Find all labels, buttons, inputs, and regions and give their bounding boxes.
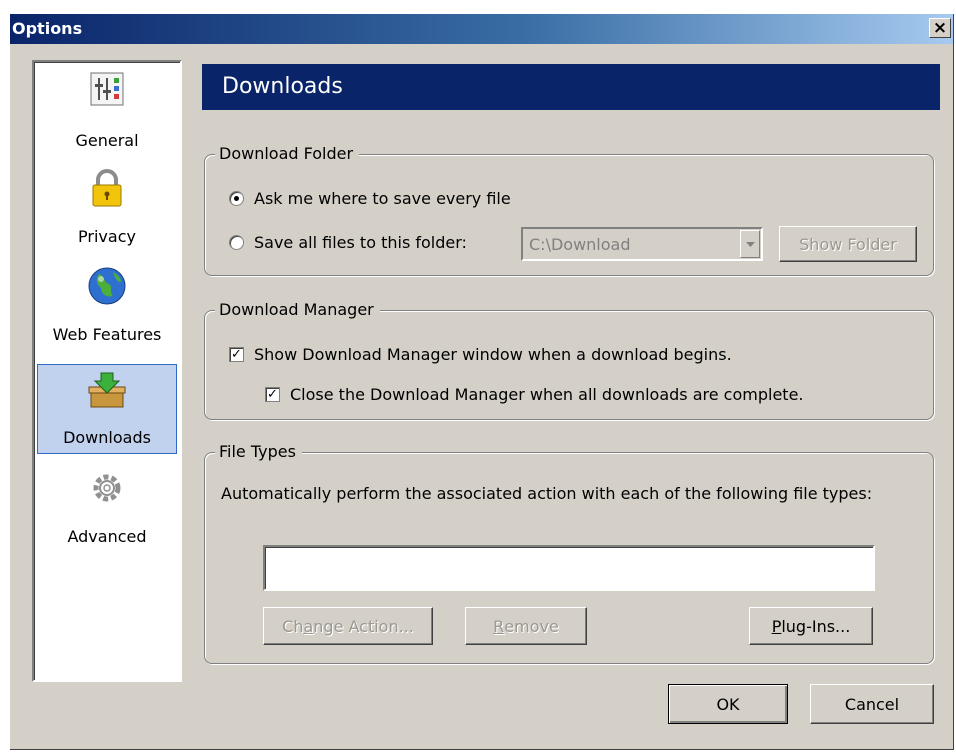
file-types-legend: File Types xyxy=(215,442,302,461)
gears-icon xyxy=(93,474,121,502)
ask-every-file-label: Ask me where to save every file xyxy=(254,189,511,208)
general-sliders-icon xyxy=(90,72,124,106)
save-to-folder-option[interactable]: Save all files to this folder: xyxy=(229,233,467,252)
file-types-description: Automatically perform the associated act… xyxy=(221,484,873,503)
save-to-folder-label: Save all files to this folder: xyxy=(254,233,467,252)
download-manager-legend: Download Manager xyxy=(215,300,380,319)
sidebar-item-general[interactable]: General xyxy=(37,66,177,156)
sidebar-item-label: Privacy xyxy=(78,227,136,246)
show-folder-button[interactable]: Show Folder xyxy=(779,226,917,262)
close-manager-option[interactable]: ✓ Close the Download Manager when all do… xyxy=(265,385,804,404)
dropdown-arrow[interactable] xyxy=(740,230,760,258)
ask-every-file-option[interactable]: Ask me where to save every file xyxy=(229,189,511,208)
ok-button[interactable]: OK xyxy=(668,684,788,724)
close-icon: × xyxy=(932,17,948,38)
change-action-button[interactable]: Ch a nge Action... xyxy=(263,607,433,645)
panel-title: Downloads xyxy=(202,64,940,110)
show-manager-option[interactable]: ✓ Show Download Manager window when a do… xyxy=(229,345,732,364)
category-sidebar: General Privacy Web Features Downloads A… xyxy=(32,60,182,682)
file-types-group: File Types Automatically perform the ass… xyxy=(204,442,934,664)
download-folder-legend: Download Folder xyxy=(215,144,360,163)
download-folder-select[interactable]: C:\Download xyxy=(521,227,763,261)
save-to-folder-radio[interactable] xyxy=(229,235,244,250)
title-bar[interactable]: Options × xyxy=(10,14,953,44)
chevron-down-icon xyxy=(745,241,755,247)
file-types-list[interactable] xyxy=(263,545,875,591)
sidebar-item-web-features[interactable]: Web Features xyxy=(37,260,177,350)
sidebar-item-privacy[interactable]: Privacy xyxy=(37,162,177,252)
download-folder-value: C:\Download xyxy=(529,234,631,254)
download-box-icon xyxy=(88,372,126,408)
window-title: Options xyxy=(12,19,83,38)
options-dialog: Options × General Privacy Web Features D… xyxy=(10,14,954,750)
sidebar-item-downloads[interactable]: Downloads xyxy=(37,364,177,454)
sidebar-item-label: Downloads xyxy=(63,428,151,447)
plug-ins-button[interactable]: Plug-Ins... xyxy=(749,607,873,645)
ask-every-file-radio[interactable] xyxy=(229,191,244,206)
close-manager-checkbox[interactable]: ✓ xyxy=(265,387,280,402)
show-manager-checkbox[interactable]: ✓ xyxy=(229,347,244,362)
sidebar-item-label: Advanced xyxy=(67,527,147,546)
globe-icon xyxy=(88,267,126,305)
download-manager-group: Download Manager ✓ Show Download Manager… xyxy=(204,300,934,420)
cancel-button[interactable]: Cancel xyxy=(810,684,934,724)
sidebar-item-label: Web Features xyxy=(52,325,162,344)
download-folder-group: Download Folder Ask me where to save eve… xyxy=(204,144,934,276)
close-manager-label: Close the Download Manager when all down… xyxy=(290,385,804,404)
padlock-icon xyxy=(92,169,122,207)
remove-button[interactable]: Remove xyxy=(465,607,587,645)
sidebar-item-advanced[interactable]: Advanced xyxy=(37,462,177,552)
close-button[interactable]: × xyxy=(929,18,951,38)
show-manager-label: Show Download Manager window when a down… xyxy=(254,345,732,364)
sidebar-item-label: General xyxy=(75,131,139,150)
